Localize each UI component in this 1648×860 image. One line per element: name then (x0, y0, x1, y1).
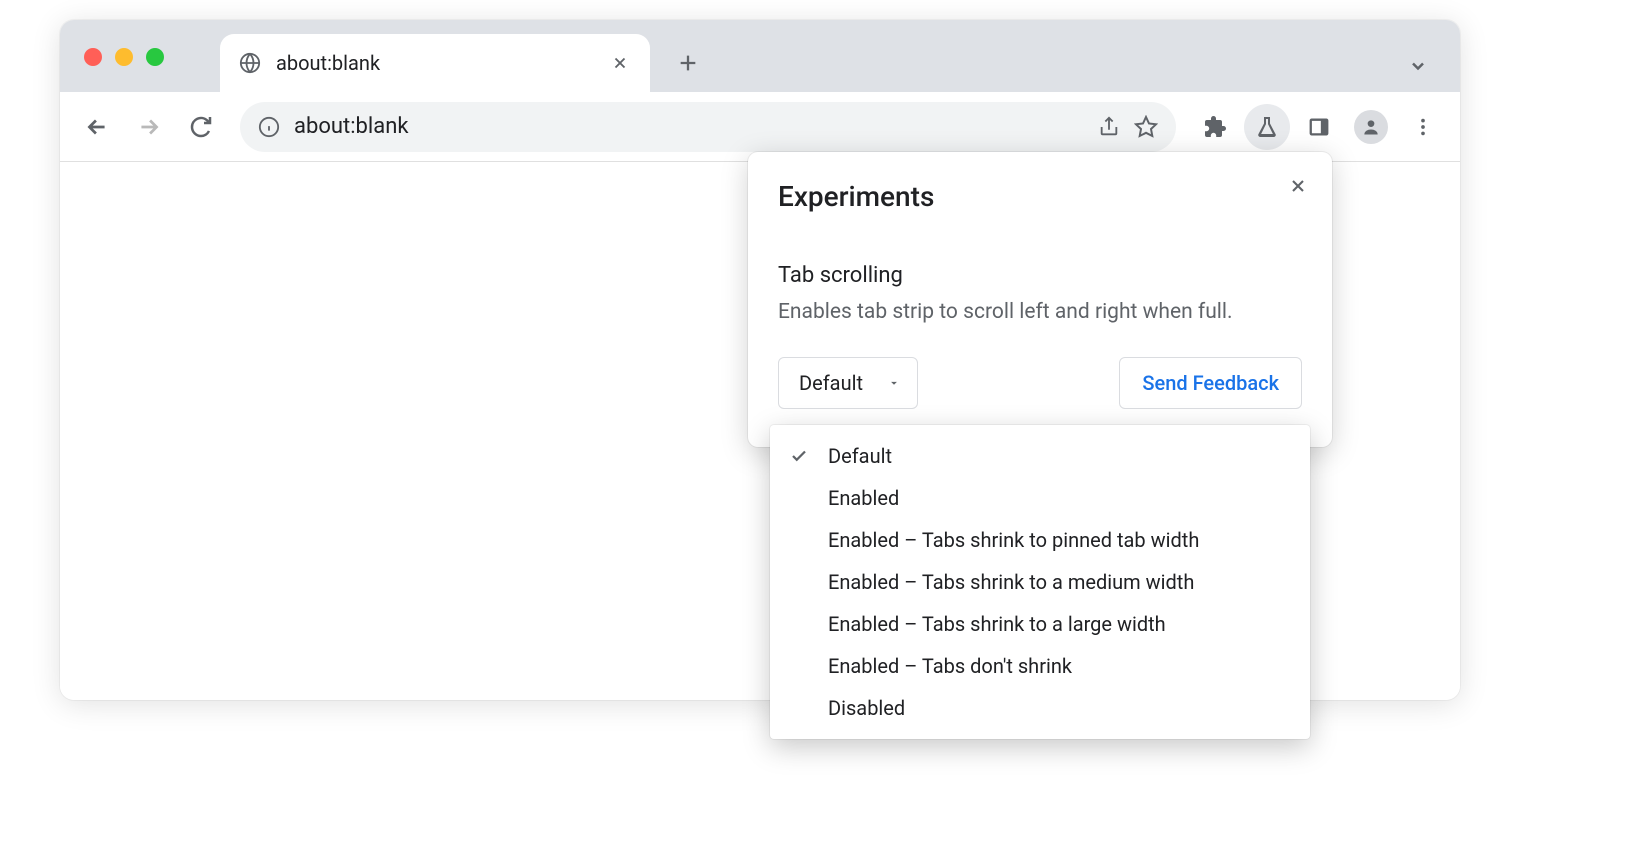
dropdown-option-label: Enabled – Tabs shrink to a medium width (828, 570, 1194, 594)
window-controls (84, 48, 164, 66)
experiment-description: Enables tab strip to scroll left and rig… (778, 298, 1302, 327)
experiment-name: Tab scrolling (778, 263, 1302, 288)
experiment-value-select[interactable]: Default (778, 357, 918, 409)
close-tab-button[interactable] (608, 51, 632, 75)
dropdown-option[interactable]: Enabled – Tabs shrink to pinned tab widt… (770, 519, 1310, 561)
new-tab-button[interactable] (664, 39, 712, 87)
select-value: Default (799, 371, 863, 395)
send-feedback-button[interactable]: Send Feedback (1119, 357, 1302, 409)
dropdown-option-label: Disabled (828, 696, 905, 720)
close-window-button[interactable] (84, 48, 102, 66)
dropdown-option-label: Enabled – Tabs shrink to pinned tab widt… (828, 528, 1199, 552)
dropdown-option-label: Enabled – Tabs don't shrink (828, 654, 1072, 678)
dropdown-option-label: Default (828, 444, 892, 468)
experiments-flask-icon[interactable] (1244, 104, 1290, 150)
avatar-icon (1354, 110, 1388, 144)
site-info-icon[interactable] (258, 116, 280, 138)
tab-title: about:blank (276, 51, 608, 75)
minimize-window-button[interactable] (115, 48, 133, 66)
forward-button[interactable] (126, 104, 172, 150)
caret-down-icon (887, 376, 901, 390)
tab-strip: about:blank (60, 20, 1460, 92)
share-icon[interactable] (1098, 116, 1120, 138)
menu-button[interactable] (1400, 104, 1446, 150)
profile-button[interactable] (1348, 104, 1394, 150)
dropdown-option[interactable]: Enabled – Tabs shrink to a medium width (770, 561, 1310, 603)
feedback-label: Send Feedback (1142, 371, 1279, 395)
extensions-icon[interactable] (1192, 104, 1238, 150)
close-popup-button[interactable] (1280, 168, 1316, 204)
dropdown-option[interactable]: Enabled – Tabs don't shrink (770, 645, 1310, 687)
browser-tab[interactable]: about:blank (220, 34, 650, 92)
dropdown-option[interactable]: Disabled (770, 687, 1310, 729)
tabs-overflow-button[interactable] (1398, 46, 1438, 86)
dropdown-option-label: Enabled – Tabs shrink to a large width (828, 612, 1166, 636)
side-panel-icon[interactable] (1296, 104, 1342, 150)
fullscreen-window-button[interactable] (146, 48, 164, 66)
check-icon (788, 447, 810, 465)
dropdown-option[interactable]: Enabled – Tabs shrink to a large width (770, 603, 1310, 645)
dropdown-option[interactable]: Default (770, 435, 1310, 477)
url-text: about:blank (294, 114, 1084, 139)
dropdown-option-label: Enabled (828, 486, 899, 510)
back-button[interactable] (74, 104, 120, 150)
popup-title: Experiments (778, 180, 1302, 213)
dropdown-option[interactable]: Enabled (770, 477, 1310, 519)
experiments-popup: Experiments Tab scrolling Enables tab st… (748, 152, 1332, 447)
reload-button[interactable] (178, 104, 224, 150)
experiment-dropdown: Default Enabled Enabled – Tabs shrink to p… (770, 425, 1310, 739)
bookmark-star-icon[interactable] (1134, 115, 1158, 139)
globe-icon (238, 51, 262, 75)
address-bar[interactable]: about:blank (240, 102, 1176, 152)
